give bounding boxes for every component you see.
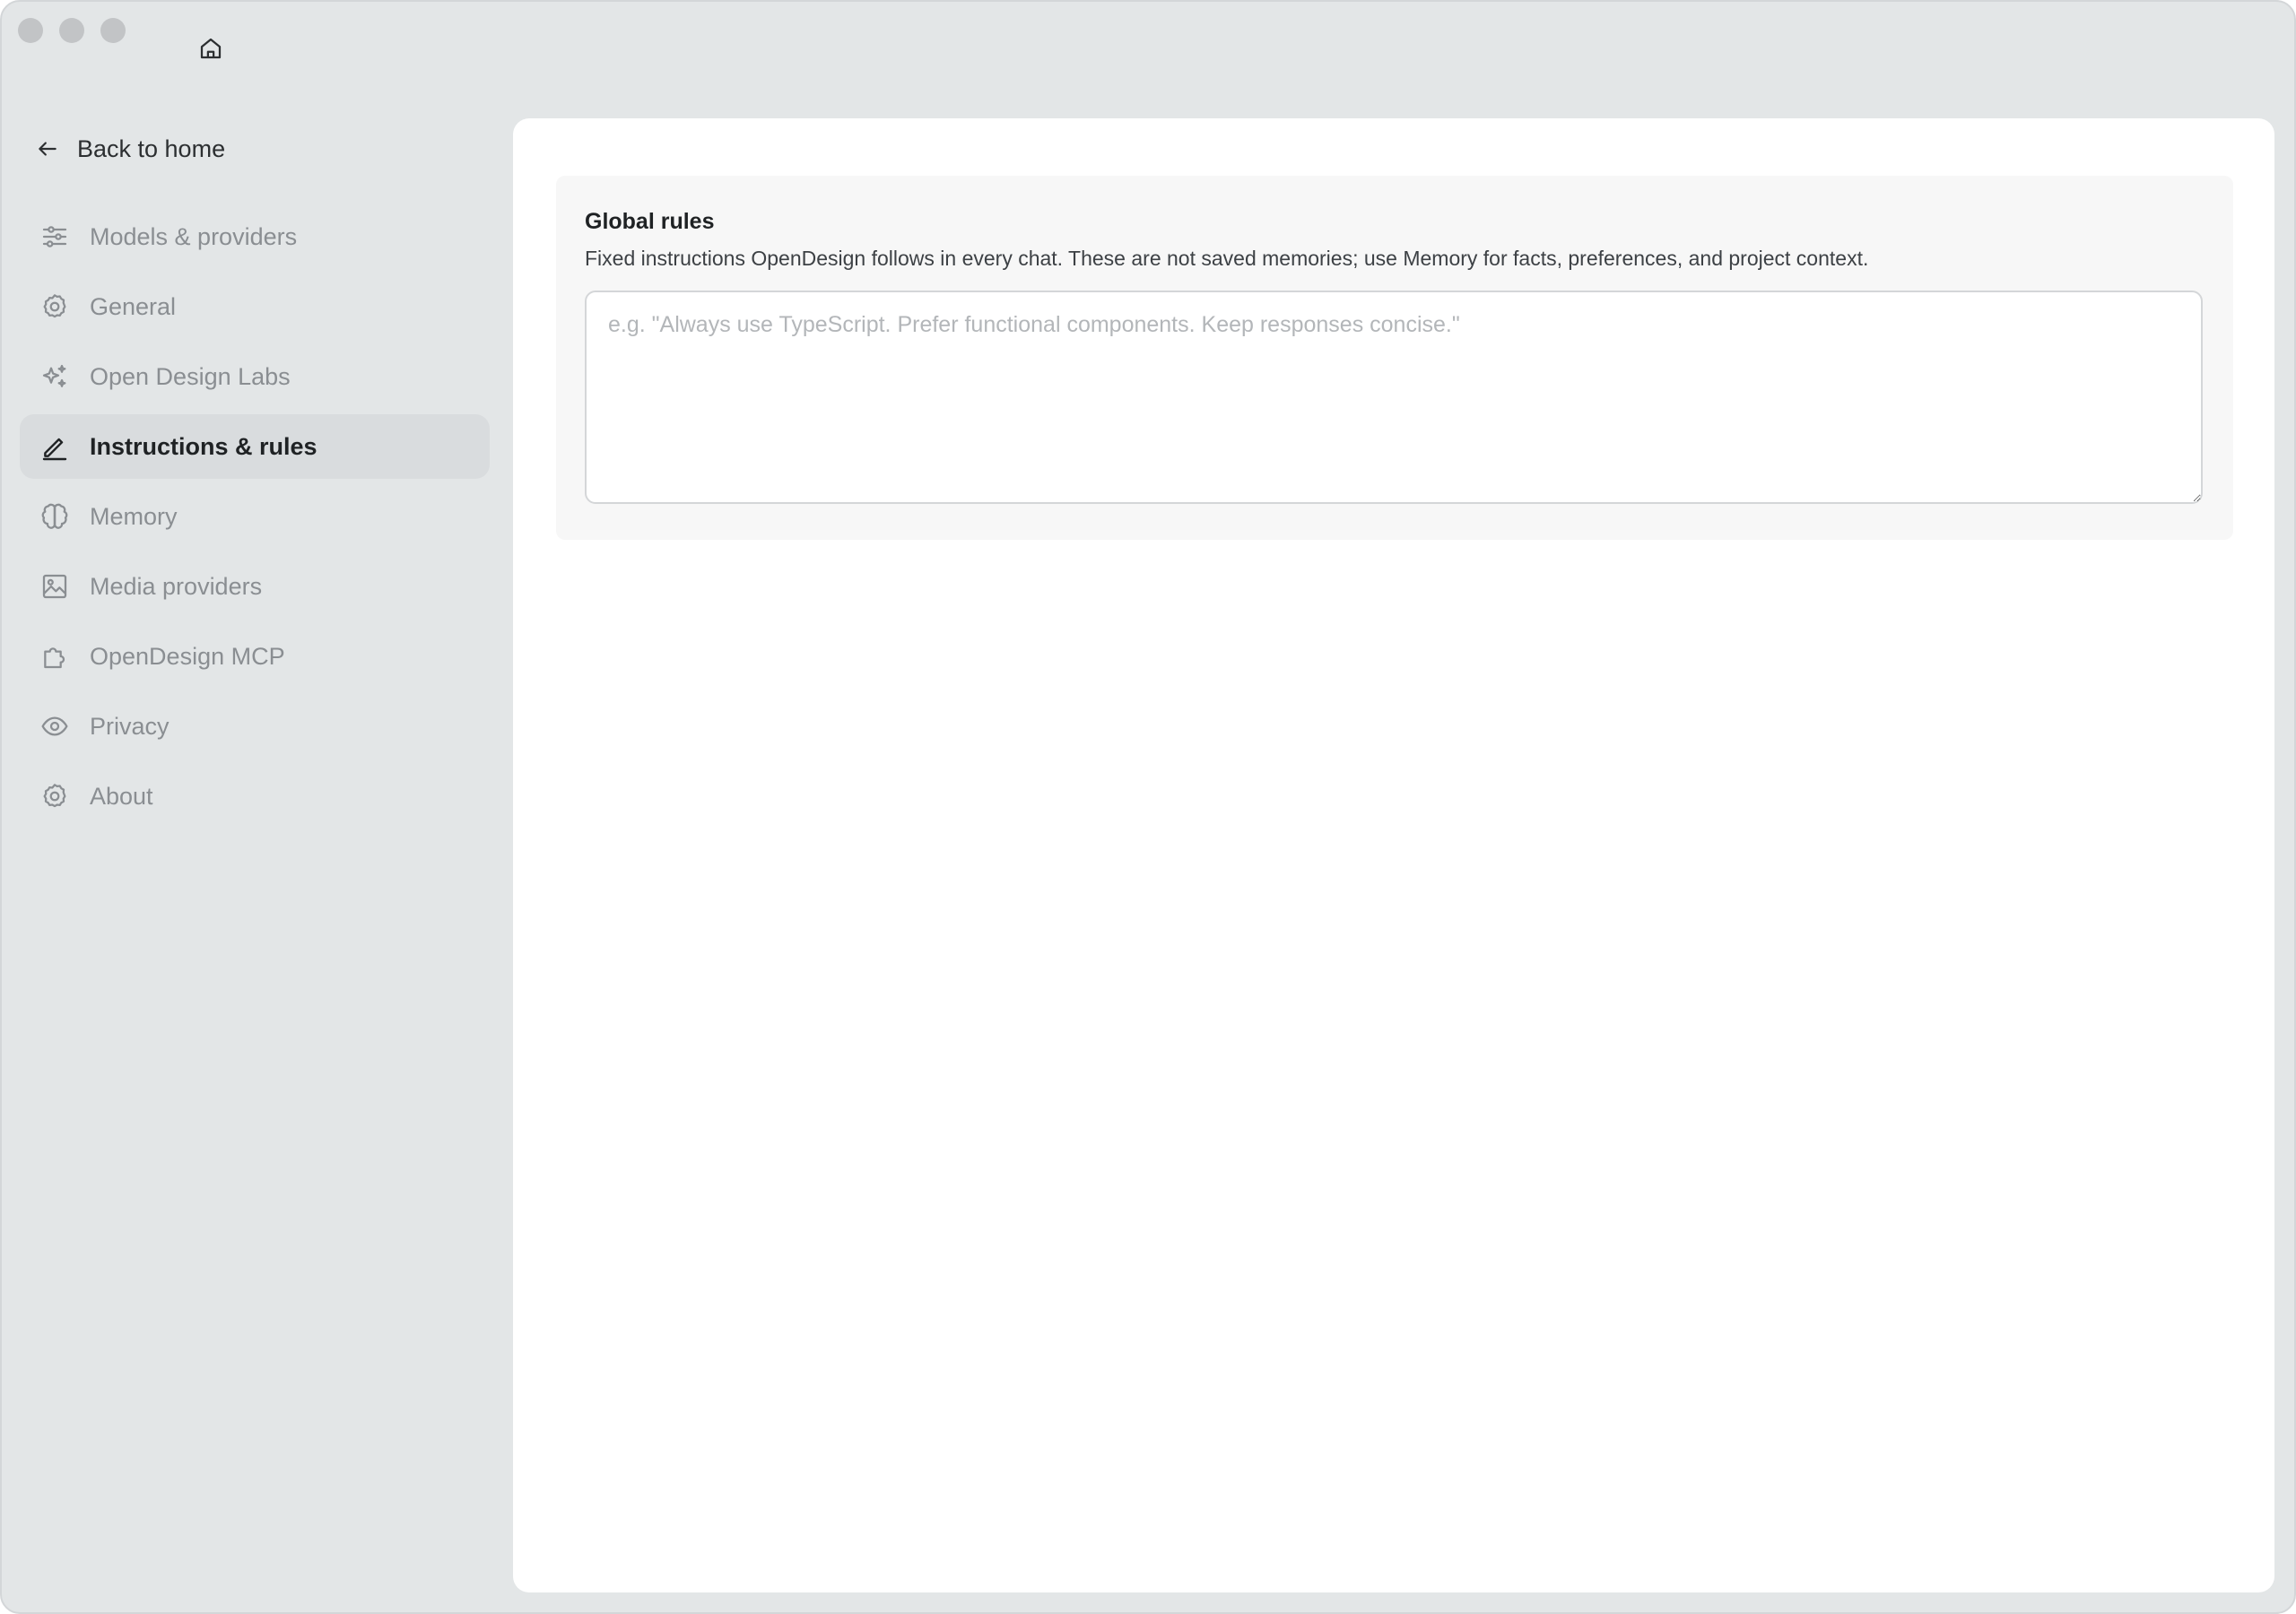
sidebar-item-label: About xyxy=(90,782,153,810)
global-rules-card: Global rules Fixed instructions OpenDesi… xyxy=(556,176,2233,540)
puzzle-icon xyxy=(39,641,70,672)
home-icon xyxy=(200,38,222,59)
sidebar-item-label: Models & providers xyxy=(90,222,298,250)
gear-icon xyxy=(39,781,70,811)
sidebar-item-label: Privacy xyxy=(90,712,170,740)
sliders-icon xyxy=(39,221,70,252)
section-title: Global rules xyxy=(585,209,715,234)
sidebar-item-label: Media providers xyxy=(90,572,263,600)
home-button[interactable] xyxy=(194,32,228,65)
sidebar-item-about[interactable]: About xyxy=(20,764,490,829)
sidebar-item-memory[interactable]: Memory xyxy=(20,484,490,549)
sidebar-item-media-providers[interactable]: Media providers xyxy=(20,554,490,619)
window-controls xyxy=(18,18,126,43)
sidebar-item-instructions-rules[interactable]: Instructions & rules xyxy=(20,414,490,479)
sidebar-item-general[interactable]: General xyxy=(20,274,490,339)
sidebar-item-label: Memory xyxy=(90,502,178,530)
brain-icon xyxy=(39,501,70,532)
sidebar-item-open-design-labs[interactable]: Open Design Labs xyxy=(20,344,490,409)
image-icon xyxy=(39,571,70,602)
back-to-home-link[interactable]: Back to home xyxy=(20,117,490,181)
pencil-icon xyxy=(39,431,70,462)
sidebar-item-opendesign-mcp[interactable]: OpenDesign MCP xyxy=(20,624,490,689)
gear-icon xyxy=(39,291,70,322)
section-description: Fixed instructions OpenDesign follows in… xyxy=(585,247,1869,270)
back-to-home-label: Back to home xyxy=(77,134,226,162)
close-window-button[interactable] xyxy=(18,18,43,43)
sidebar-item-label: OpenDesign MCP xyxy=(90,642,285,670)
settings-sidebar: Back to home Models & providers General … xyxy=(20,117,490,834)
minimize-window-button[interactable] xyxy=(59,18,84,43)
settings-content-panel: Global rules Fixed instructions OpenDesi… xyxy=(513,118,2274,1592)
sidebar-item-label: General xyxy=(90,292,177,320)
arrow-left-icon xyxy=(39,142,57,156)
zoom-window-button[interactable] xyxy=(100,18,126,43)
sparkles-icon xyxy=(39,361,70,392)
app-window: Back to home Models & providers General … xyxy=(0,0,2296,1614)
sidebar-item-label: Instructions & rules xyxy=(90,432,317,460)
eye-icon xyxy=(39,711,70,742)
sidebar-item-privacy[interactable]: Privacy xyxy=(20,694,490,759)
global-rules-input[interactable] xyxy=(585,291,2203,504)
settings-nav: Models & providers General Open Design L… xyxy=(20,204,490,829)
sidebar-item-label: Open Design Labs xyxy=(90,362,291,390)
sidebar-item-models-providers[interactable]: Models & providers xyxy=(20,204,490,269)
